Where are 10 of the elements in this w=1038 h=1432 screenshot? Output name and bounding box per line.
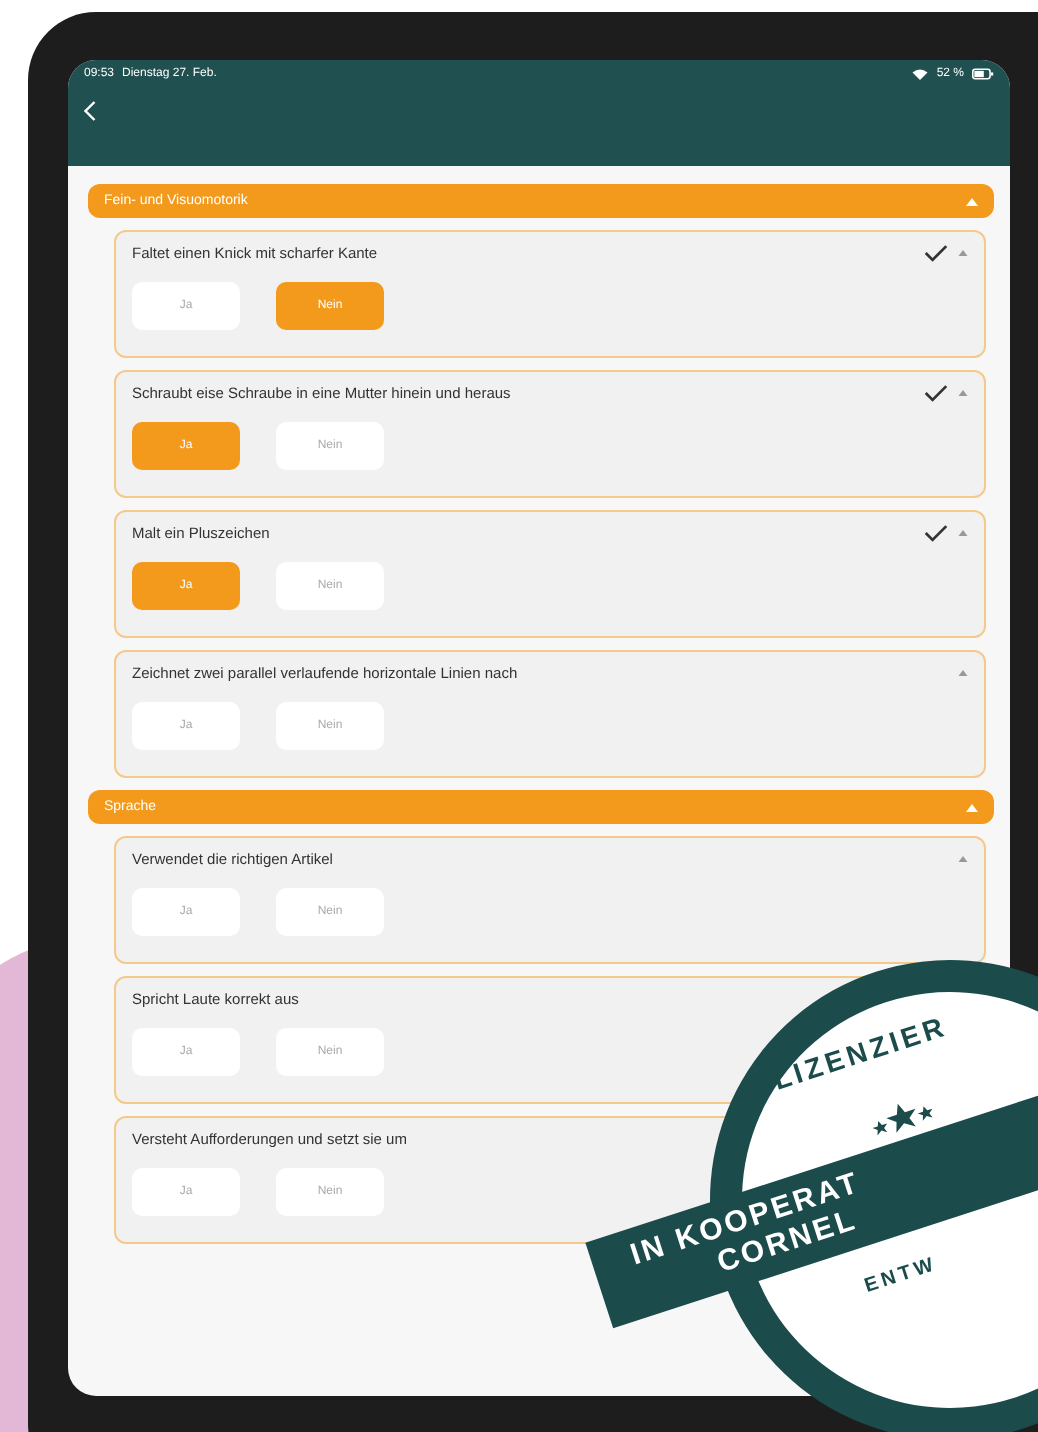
wifi-icon [912, 68, 929, 80]
collapse-icon[interactable] [958, 390, 968, 396]
battery-icon [972, 68, 994, 80]
back-icon[interactable] [84, 100, 96, 122]
collapse-icon[interactable] [966, 803, 978, 811]
collapse-icon[interactable] [966, 197, 978, 205]
collapse-icon[interactable] [958, 670, 968, 676]
collapse-icon[interactable] [958, 856, 968, 862]
collapse-icon[interactable] [958, 250, 968, 256]
collapse-icon[interactable] [958, 530, 968, 536]
